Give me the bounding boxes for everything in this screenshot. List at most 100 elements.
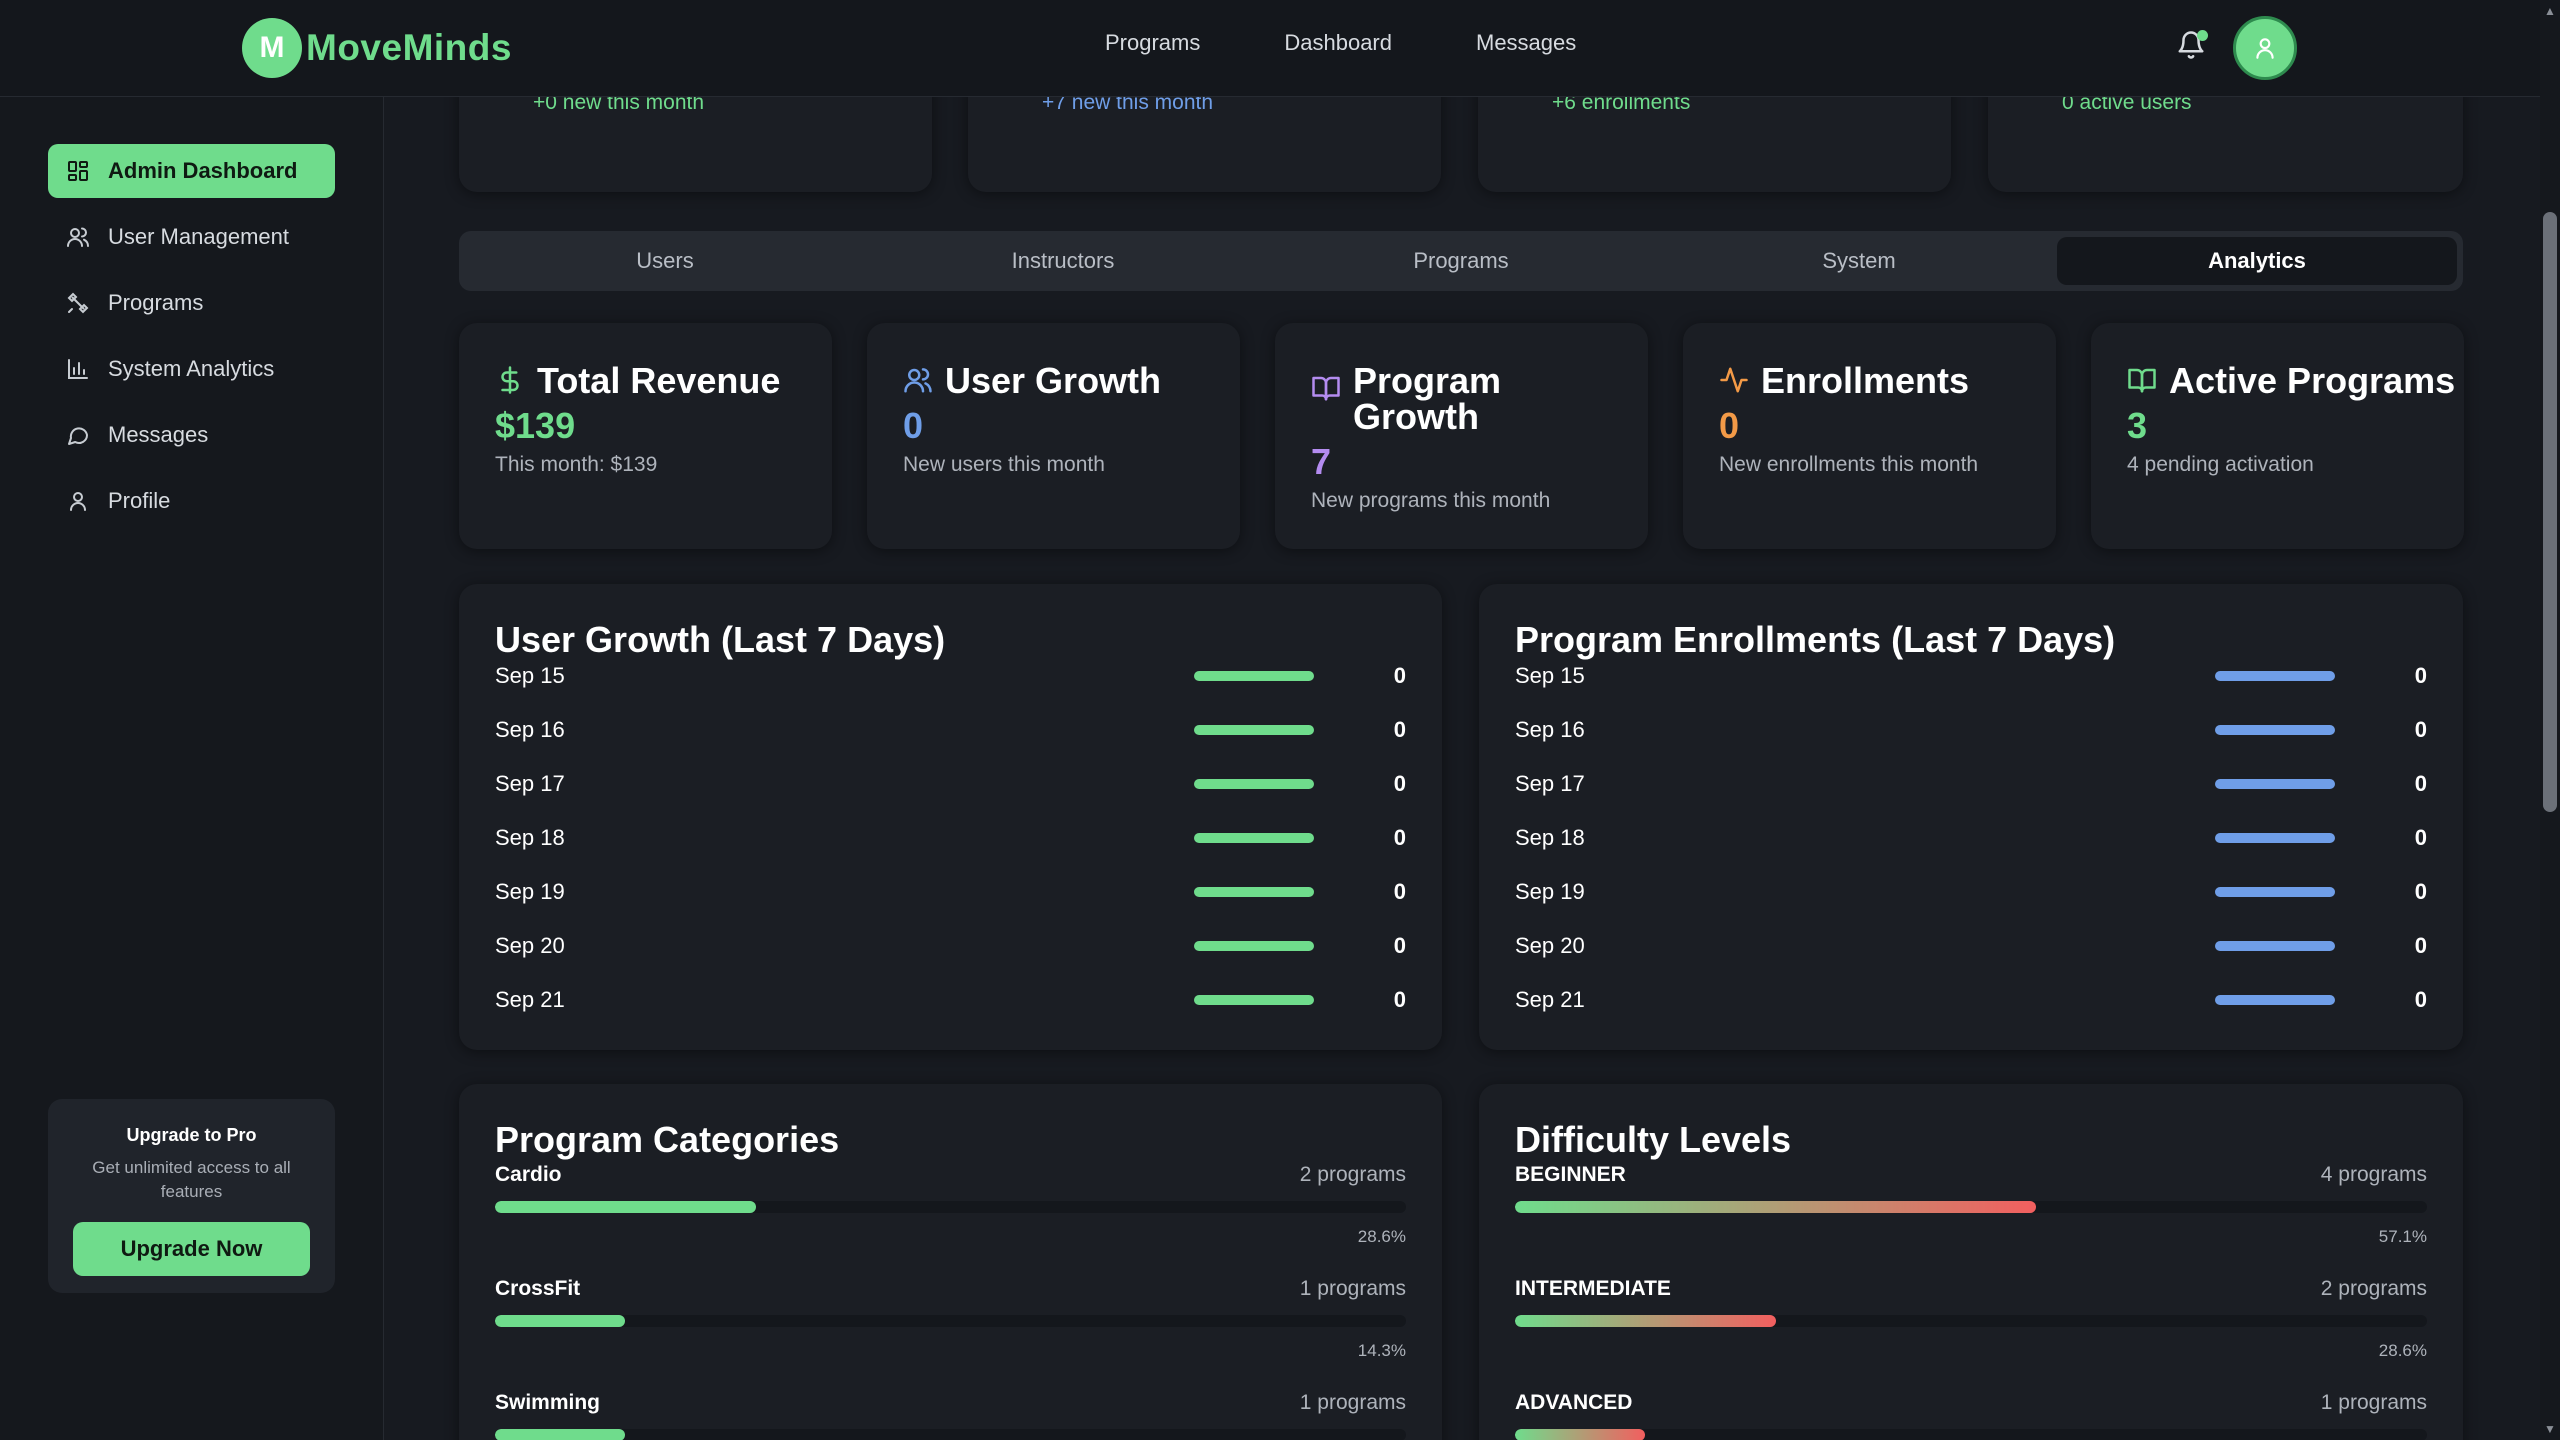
- progress-track: [1515, 1201, 2427, 1213]
- dashboard-tabs: Users Instructors Programs System Analyt…: [459, 231, 2463, 291]
- user-icon: [70, 492, 86, 511]
- sidebar-item-label: User Management: [108, 224, 289, 249]
- activity-icon: [1720, 367, 1748, 393]
- trend-row: Sep 18 0: [495, 823, 1406, 853]
- trend-row: Sep 15 0: [1515, 661, 2427, 691]
- trend-row: Sep 16 0: [1515, 715, 2427, 745]
- difficulty-levels-panel: Difficulty Levels BEGINNER 4 programs 57.…: [1479, 1084, 2463, 1440]
- trend-row: Sep 18 0: [1515, 823, 2427, 853]
- trend-row: Sep 19 0: [1515, 877, 2427, 907]
- section-title: User Growth (Last 7 Days): [495, 619, 946, 660]
- category-row: Swimming 1 programs: [495, 1391, 1406, 1440]
- notification-dot: [2197, 30, 2208, 41]
- progress-track: [495, 1315, 1406, 1327]
- stat-card-value: $139: [495, 405, 576, 446]
- sidebar-item-label: Programs: [108, 290, 204, 315]
- notification-bell-icon[interactable]: [2176, 30, 2212, 66]
- programs-icon: [67, 292, 89, 314]
- trend-date: Sep 15: [495, 663, 565, 688]
- program-categories-panel: Program Categories Cardio 2 programs 28.6…: [459, 1084, 1442, 1440]
- trend-value: 0: [1393, 933, 1406, 958]
- stat-card-value: 0: [903, 405, 924, 446]
- upgrade-now-button[interactable]: Upgrade Now: [73, 1222, 310, 1276]
- stat-card-subtitle: 4 pending activation: [2127, 453, 2314, 476]
- nav-programs[interactable]: Programs: [1105, 30, 1200, 56]
- promo-subtitle: Get unlimited access to all features: [92, 1158, 291, 1201]
- difficulty-name: INTERMEDIATE: [1515, 1277, 1671, 1300]
- stat-card-title: Total Revenue: [537, 360, 781, 401]
- trend-bar: [2215, 725, 2335, 735]
- progress-fill: [1515, 1429, 1646, 1440]
- nav-dashboard[interactable]: Dashboard: [1284, 30, 1392, 56]
- category-row: Cardio 2 programs 28.6%: [495, 1163, 1406, 1263]
- tab-users[interactable]: Users: [465, 237, 865, 285]
- logo-mark: M: [242, 18, 302, 78]
- difficulty-name: ADVANCED: [1515, 1391, 1633, 1414]
- progress-track: [495, 1201, 1406, 1213]
- trend-value: 0: [1393, 663, 1406, 688]
- scrollbar-thumb[interactable]: [2543, 212, 2557, 812]
- stat-card-subtitle: New users this month: [903, 453, 1105, 476]
- sidebar-item-messages[interactable]: Messages: [48, 408, 335, 462]
- difficulty-percent: 28.6%: [2378, 1341, 2427, 1360]
- difficulty-row: BEGINNER 4 programs 57.1%: [1515, 1163, 2427, 1263]
- scroll-up-arrow-icon[interactable]: ▲: [2543, 4, 2557, 18]
- trend-bar: [2215, 887, 2335, 897]
- upgrade-promo-card: Upgrade to Pro Get unlimited access to a…: [48, 1099, 335, 1293]
- category-count: 2 programs: [1299, 1163, 1406, 1186]
- trend-bar: [2215, 995, 2335, 1005]
- trend-date: Sep 17: [1515, 771, 1585, 796]
- trend-bar: [1194, 671, 1314, 681]
- progress-fill: [1515, 1201, 2036, 1213]
- trend-bar: [1194, 941, 1314, 951]
- progress-fill: [495, 1315, 626, 1327]
- sidebar-item-profile[interactable]: Profile: [48, 474, 335, 528]
- category-name: Cardio: [495, 1163, 562, 1186]
- trend-value: 0: [2414, 717, 2427, 742]
- trend-value: 0: [1393, 879, 1406, 904]
- logo[interactable]: M MoveMinds: [242, 18, 512, 78]
- trend-date: Sep 16: [495, 717, 565, 742]
- sidebar-item-label: Profile: [108, 488, 171, 513]
- sidebar-item-label: System Analytics: [108, 356, 275, 381]
- section-title: Program Enrollments (Last 7 Days): [1515, 619, 2116, 660]
- trend-row: Sep 17 0: [1515, 769, 2427, 799]
- sidebar-item-programs[interactable]: Programs: [48, 276, 335, 330]
- sidebar-item-label: Admin Dashboard: [108, 158, 298, 183]
- trend-date: Sep 18: [495, 825, 565, 850]
- trend-row: Sep 15 0: [495, 661, 1406, 691]
- progress-fill: [495, 1429, 626, 1440]
- sidebar-item-admin-dashboard[interactable]: Admin Dashboard: [48, 144, 335, 198]
- trend-date: Sep 20: [495, 933, 565, 958]
- sidebar-item-system-analytics[interactable]: System Analytics: [48, 342, 335, 396]
- stat-card-title: Enrollments: [1761, 360, 1970, 401]
- stat-card-value: 7: [1311, 441, 1332, 482]
- sidebar-item-user-management[interactable]: User Management: [48, 210, 335, 264]
- difficulty-count: 4 programs: [2320, 1163, 2427, 1186]
- tab-analytics[interactable]: Analytics: [2057, 237, 2457, 285]
- tab-system[interactable]: System: [1659, 237, 2059, 285]
- trend-bar: [1194, 779, 1314, 789]
- trend-value: 0: [2414, 825, 2427, 850]
- users-icon: [904, 368, 932, 393]
- trend-date: Sep 16: [1515, 717, 1585, 742]
- bar-chart-icon: [68, 359, 88, 379]
- trend-value: 0: [2414, 771, 2427, 796]
- difficulty-percent: 57.1%: [2378, 1227, 2427, 1246]
- stat-card-value: 0: [1719, 405, 1740, 446]
- tab-instructors[interactable]: Instructors: [863, 237, 1263, 285]
- avatar[interactable]: [2233, 16, 2297, 80]
- stat-card-active-programs: Active Programs 3 4 pending activation: [2091, 323, 2464, 549]
- scroll-down-arrow-icon[interactable]: ▼: [2543, 1422, 2557, 1436]
- nav-messages[interactable]: Messages: [1476, 30, 1576, 56]
- trend-bar: [2215, 671, 2335, 681]
- category-percent: 14.3%: [1357, 1341, 1406, 1360]
- stat-card-value: 3: [2127, 405, 2148, 446]
- top-navbar: M MoveMinds Programs Dashboard Messages: [0, 0, 2540, 97]
- tab-programs[interactable]: Programs: [1261, 237, 1661, 285]
- difficulty-count: 2 programs: [2320, 1277, 2427, 1300]
- difficulty-row: INTERMEDIATE 2 programs 28.6%: [1515, 1277, 2427, 1377]
- trend-date: Sep 21: [1515, 987, 1585, 1012]
- stat-card-enrollments: Enrollments 0 New enrollments this month: [1683, 323, 2056, 549]
- stat-card-program-growth: Program Growth 7 New programs this month: [1275, 323, 1648, 549]
